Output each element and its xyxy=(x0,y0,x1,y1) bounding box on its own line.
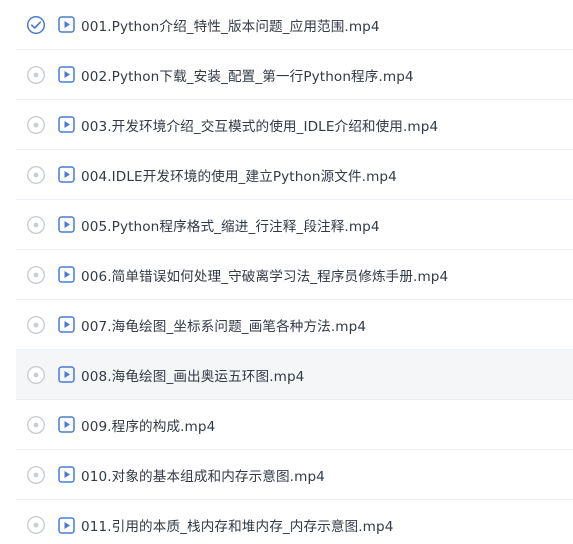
lesson-list: 001.Python介绍_特性_版本问题_应用范围.mp4 002.Python… xyxy=(0,0,573,544)
lesson-title: 011.引用的本质_栈内存和堆内存_内存示意图.mp4 xyxy=(81,519,394,535)
lesson-row[interactable]: 010.对象的基本组成和内存示意图.mp4 xyxy=(16,450,573,500)
video-play-icon xyxy=(58,166,75,183)
video-play-icon xyxy=(58,66,75,83)
lesson-title: 005.Python程序格式_缩进_行注释_段注释.mp4 xyxy=(81,218,380,235)
radio-dot-icon xyxy=(26,465,46,485)
radio-dot-icon xyxy=(26,65,46,85)
lesson-title: 007.海龟绘图_坐标系问题_画笔各种方法.mp4 xyxy=(81,318,367,335)
lesson-title: 003.开发环境介绍_交互模式的使用_IDLE介绍和使用.mp4 xyxy=(81,118,439,135)
radio-dot-icon xyxy=(26,165,46,185)
lesson-row[interactable]: 011.引用的本质_栈内存和堆内存_内存示意图.mp4 xyxy=(16,500,573,544)
lesson-title: 006.简单错误如何处理_守破离学习法_程序员修炼手册.mp4 xyxy=(81,268,449,285)
lesson-title: 009.程序的构成.mp4 xyxy=(81,418,216,435)
video-play-icon xyxy=(58,416,75,433)
lesson-row[interactable]: 007.海龟绘图_坐标系问题_画笔各种方法.mp4 xyxy=(16,300,573,350)
lesson-title: 001.Python介绍_特性_版本问题_应用范围.mp4 xyxy=(81,18,380,35)
lesson-title: 010.对象的基本组成和内存示意图.mp4 xyxy=(81,468,325,485)
lesson-row[interactable]: 002.Python下载_安装_配置_第一行Python程序.mp4 xyxy=(16,50,573,100)
lesson-title: 004.IDLE开发环境的使用_建立Python源文件.mp4 xyxy=(81,168,397,185)
video-play-icon xyxy=(58,266,75,283)
lesson-row[interactable]: 005.Python程序格式_缩进_行注释_段注释.mp4 xyxy=(16,200,573,250)
radio-dot-icon xyxy=(26,265,46,285)
radio-dot-icon xyxy=(26,315,46,335)
radio-dot-icon xyxy=(26,115,46,135)
video-play-icon xyxy=(58,466,75,483)
lesson-row[interactable]: 001.Python介绍_特性_版本问题_应用范围.mp4 xyxy=(16,0,573,50)
lesson-row[interactable]: 003.开发环境介绍_交互模式的使用_IDLE介绍和使用.mp4 xyxy=(16,100,573,150)
check-circle-icon xyxy=(26,15,46,35)
video-play-icon xyxy=(58,366,75,383)
video-play-icon xyxy=(58,16,75,33)
lesson-row[interactable]: 004.IDLE开发环境的使用_建立Python源文件.mp4 xyxy=(16,150,573,200)
video-play-icon xyxy=(58,316,75,333)
radio-dot-icon xyxy=(26,215,46,235)
lesson-row[interactable]: 009.程序的构成.mp4 xyxy=(16,400,573,450)
radio-dot-icon xyxy=(26,365,46,385)
video-play-icon xyxy=(58,516,75,534)
radio-dot-icon xyxy=(26,515,46,535)
lesson-title: 002.Python下载_安装_配置_第一行Python程序.mp4 xyxy=(81,68,414,85)
lesson-row[interactable]: 006.简单错误如何处理_守破离学习法_程序员修炼手册.mp4 xyxy=(16,250,573,300)
lesson-row-hovered[interactable]: 008.海龟绘图_画出奥运五环图.mp4 xyxy=(16,350,573,400)
video-play-icon xyxy=(58,116,75,133)
radio-dot-icon xyxy=(26,415,46,435)
lesson-title: 008.海龟绘图_画出奥运五环图.mp4 xyxy=(81,368,305,385)
video-play-icon xyxy=(58,216,75,233)
